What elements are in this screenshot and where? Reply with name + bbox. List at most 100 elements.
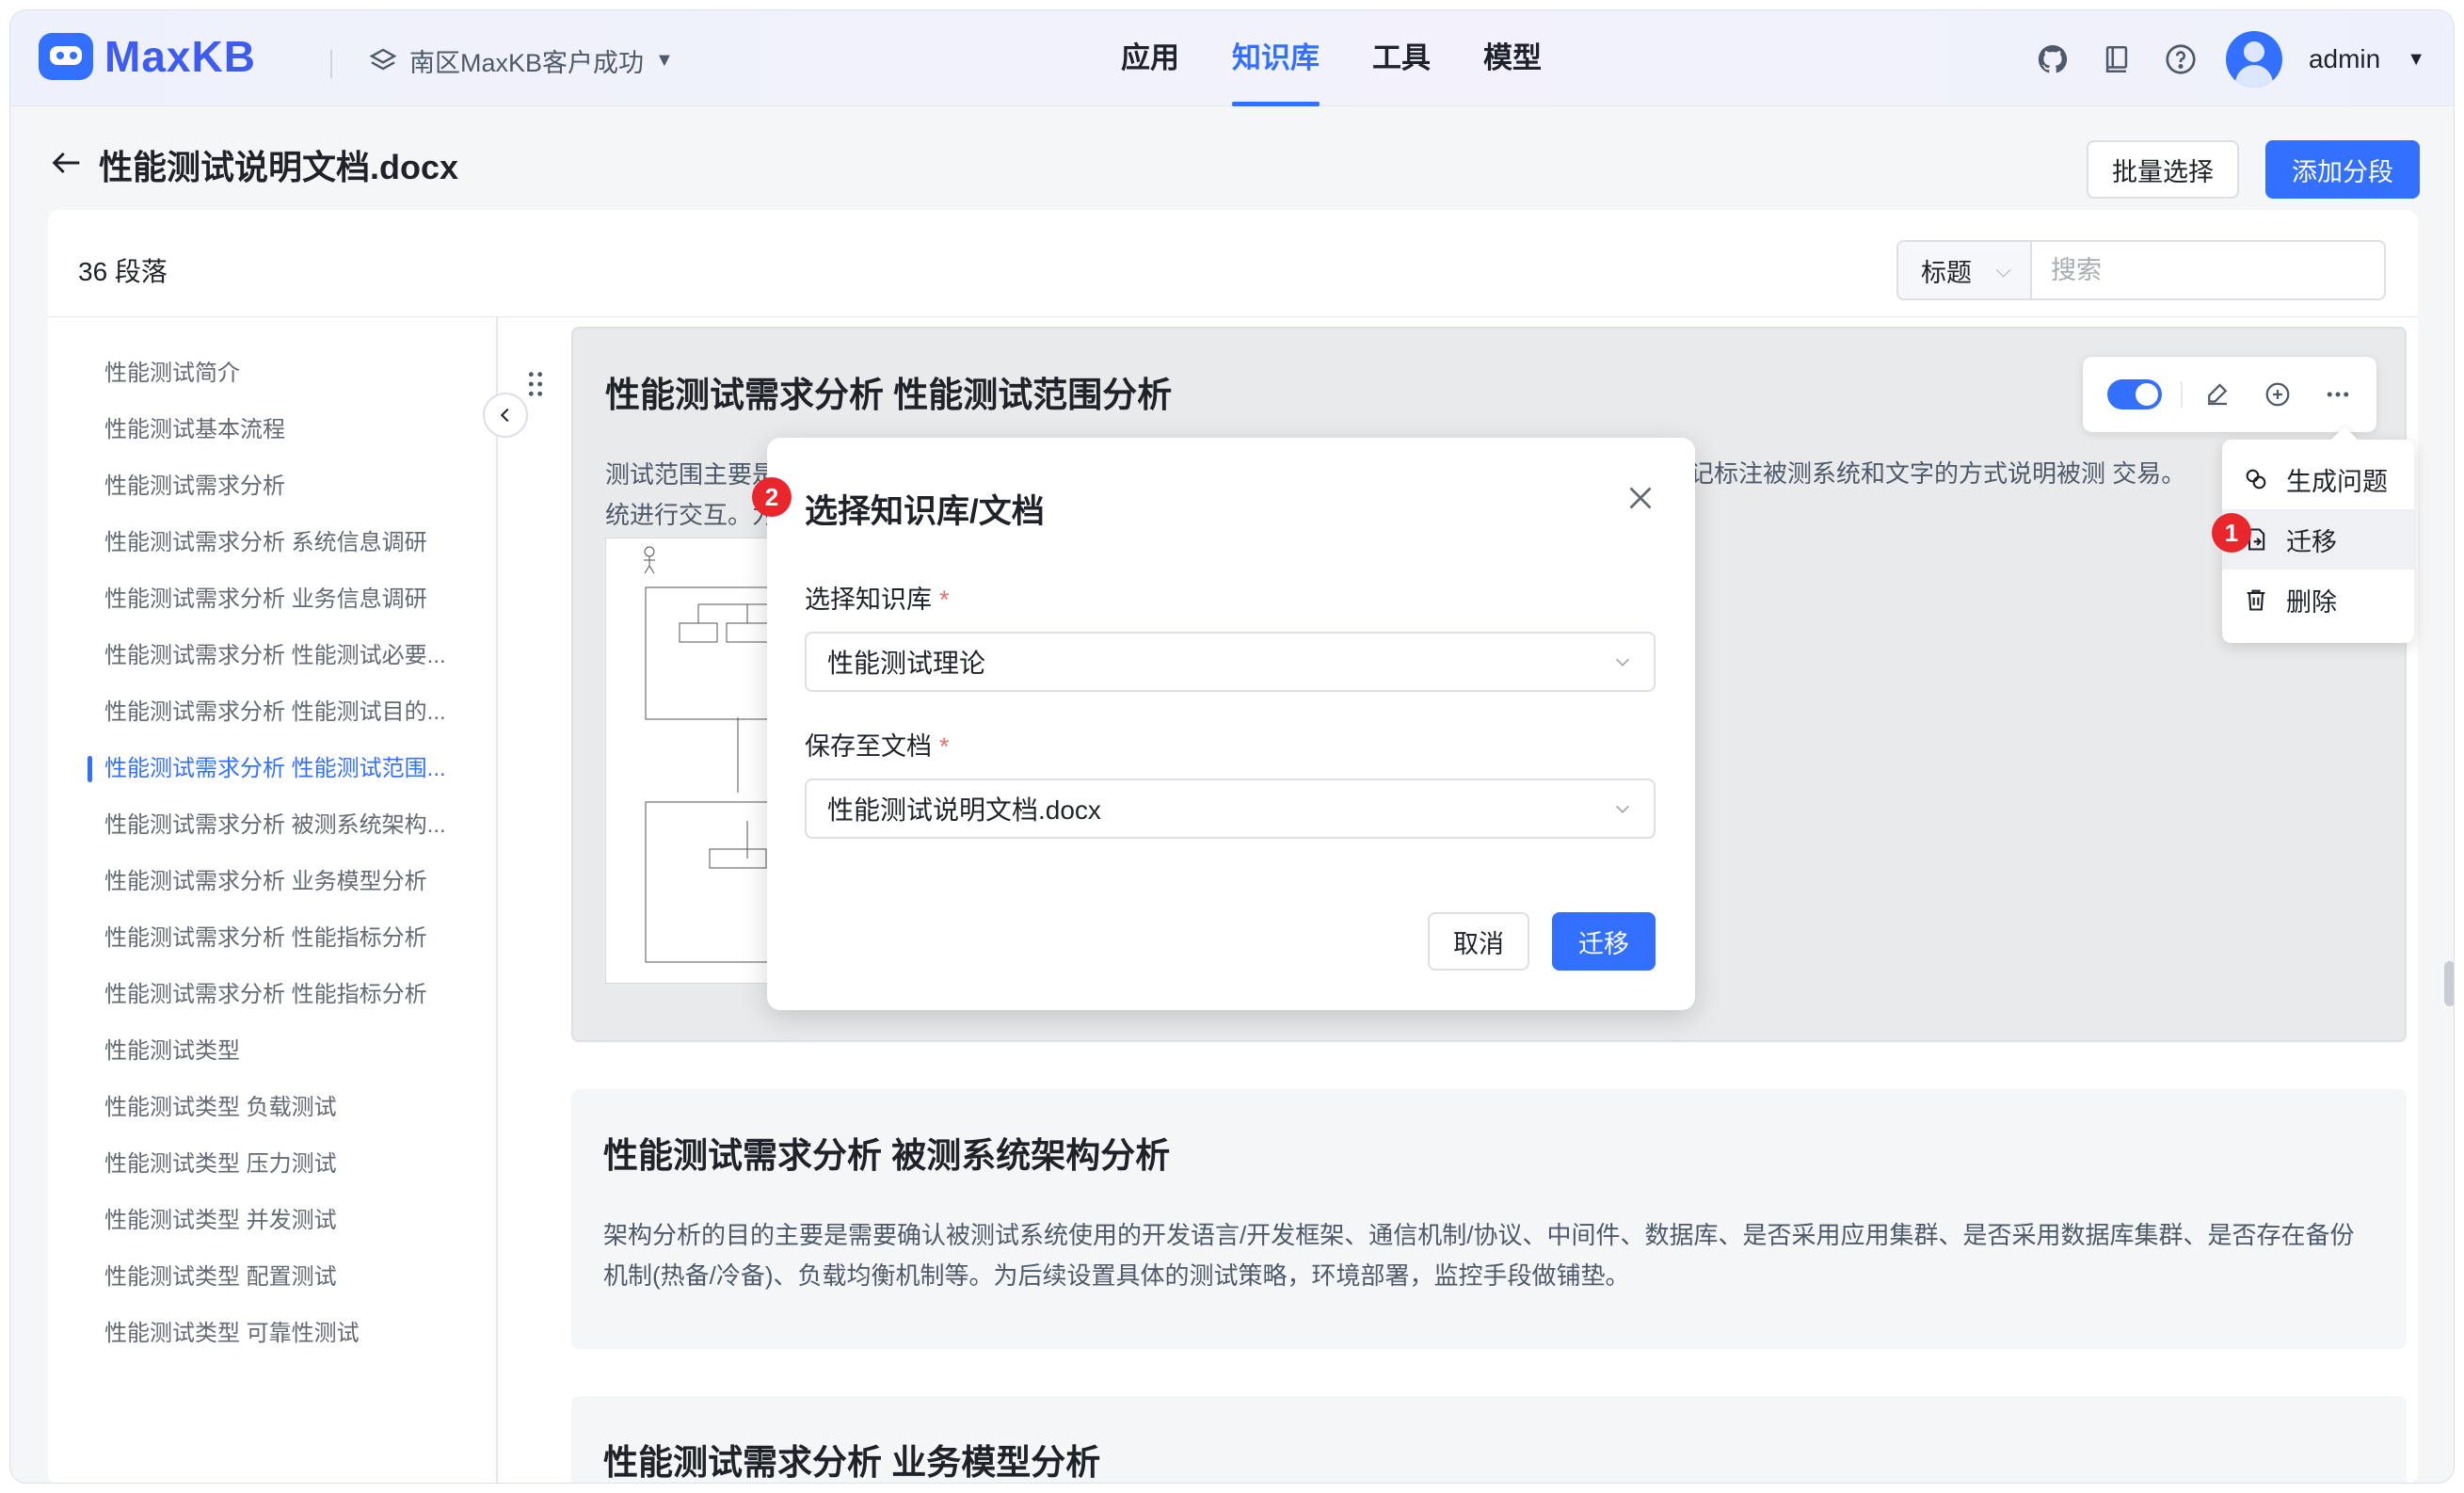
chevron-down-icon: ⌵ — [1995, 258, 2011, 281]
sidebar-item[interactable]: 性能测试类型 配置测试 — [48, 1249, 462, 1306]
migrate-confirm-button[interactable]: 迁移 — [1552, 912, 1656, 971]
nav-model[interactable]: 模型 — [1483, 10, 1542, 106]
search-type-select[interactable]: 标题 ⌵ — [1898, 242, 2032, 298]
sidebar-item[interactable]: 性能测试类型 — [48, 1023, 462, 1080]
link-icon — [2246, 469, 2266, 490]
trash-icon — [2247, 589, 2265, 611]
logo[interactable]: MaxKB — [39, 31, 256, 82]
nav-tools[interactable]: 工具 — [1372, 10, 1431, 106]
sidebar-item[interactable]: 性能测试类型 可靠性测试 — [48, 1306, 462, 1362]
paragraph-text-right: 标记标注被测系统和文字的方式说明被测 交易。 — [1665, 459, 2186, 488]
header-actions: admin ▼ — [2034, 31, 2425, 88]
batch-select-button[interactable]: 批量选择 — [2087, 140, 2239, 199]
search-box: 标题 ⌵ — [1896, 240, 2386, 300]
sidebar-item[interactable]: 性能测试需求分析 性能指标分析 — [48, 910, 462, 967]
layers-icon — [369, 48, 397, 70]
paragraph-text-left: 测试范围主要是 统进行交互。为 — [605, 455, 776, 536]
sidebar-item[interactable]: 性能测试需求分析 业务信息调研 — [48, 571, 462, 628]
sidebar-item[interactable]: 性能测试简介 — [48, 345, 462, 402]
sidebar-item[interactable]: 性能测试需求分析 性能指标分析 — [48, 967, 462, 1023]
user-avatar[interactable] — [2225, 31, 2282, 88]
sidebar-item[interactable]: 性能测试基本流程 — [48, 402, 462, 458]
select-knowledge-dialog: 选择知识库/文档 选择知识库 * 性能测试理论 保存至文档 * 性能测试说明文档.d… — [767, 438, 1695, 1010]
card-header: 36 段落 标题 ⌵ — [48, 210, 2418, 317]
field-label-text: 保存至文档 — [805, 732, 932, 761]
sidebar-item[interactable]: 性能测试需求分析 性能测试目的... — [48, 684, 462, 741]
paragraph-toolbar — [2083, 357, 2376, 432]
required-mark: * — [939, 732, 950, 761]
header-divider — [330, 50, 332, 78]
toolbar-divider — [2181, 381, 2183, 408]
paragraph-title: 性能测试需求分析 性能测试范围分析 — [605, 376, 1173, 414]
scrollbar-thumb[interactable] — [2444, 961, 2454, 1006]
search-input[interactable] — [2032, 242, 2384, 298]
book-icon[interactable] — [2098, 40, 2136, 78]
app-window: MaxKB 南区MaxKB客户成功 ▼ 应用 知识库 工具 模型 admin ▼… — [9, 9, 2455, 1484]
menu-item-label: 生成问题 — [2286, 467, 2388, 496]
kb-select-value: 性能测试理论 — [827, 649, 986, 678]
caret-down-icon[interactable]: ▼ — [2407, 49, 2425, 71]
nav-knowledge[interactable]: 知识库 — [1232, 10, 1320, 106]
sidebar-item[interactable]: 性能测试需求分析 业务模型分析 — [48, 854, 462, 910]
menu-item-generate-questions[interactable]: 生成问题 — [2222, 449, 2414, 509]
title-bar: 性能测试说明文档.docx 批量选择 添加分段 — [10, 106, 2454, 217]
sidebar-item[interactable]: 性能测试类型 并发测试 — [48, 1193, 462, 1249]
field-label-text: 选择知识库 — [805, 586, 932, 614]
sidebar-item[interactable]: 性能测试需求分析 — [48, 458, 462, 515]
help-icon[interactable] — [2162, 40, 2200, 78]
nav-app[interactable]: 应用 — [1121, 10, 1179, 106]
workspace-selector[interactable]: 南区MaxKB客户成功 ▼ — [368, 42, 674, 79]
paragraph-list: 性能测试简介 性能测试基本流程 性能测试需求分析 性能测试需求分析 系统信息调研… — [48, 345, 496, 1362]
kb-field-label: 选择知识库 * — [805, 579, 950, 616]
workspace-name: 南区MaxKB客户成功 — [409, 49, 645, 77]
sidebar-item[interactable]: 性能测试类型 压力测试 — [48, 1136, 462, 1193]
chevron-down-icon — [1615, 805, 1630, 813]
step-badge: 2 — [752, 477, 792, 517]
sidebar-item[interactable]: 性能测试类型 负载测试 — [48, 1080, 462, 1136]
close-icon[interactable] — [1624, 481, 1657, 515]
sidebar-item-active[interactable]: 性能测试需求分析 性能测试范围... — [48, 741, 462, 797]
add-segment-button[interactable]: 添加分段 — [2265, 140, 2420, 199]
enable-switch[interactable] — [2107, 379, 2162, 409]
edit-icon[interactable] — [2201, 378, 2233, 410]
paragraph-title: 性能测试需求分析 被测系统架构分析 — [603, 1136, 1171, 1175]
more-icon[interactable] — [2322, 378, 2354, 410]
paragraph-card[interactable]: 性能测试需求分析 业务模型分析 — [571, 1396, 2407, 1483]
menu-item-label: 迁移 — [2286, 527, 2337, 556]
drag-handle-icon[interactable] — [526, 370, 545, 398]
paragraph-text-line: 测试范围主要是 — [605, 460, 777, 489]
paragraph-card[interactable]: 性能测试需求分析 被测系统架构分析 架构分析的目的主要是需要确认被测试系统使用的… — [571, 1089, 2407, 1349]
paragraph-text-line: 统进行交互。为 — [605, 501, 777, 529]
dialog-title: 选择知识库/文档 — [805, 493, 1045, 530]
add-circle-icon[interactable] — [2262, 378, 2294, 410]
paragraph-title: 性能测试需求分析 业务模型分析 — [603, 1443, 1101, 1482]
kb-select[interactable]: 性能测试理论 — [805, 632, 1656, 692]
sidebar-item[interactable]: 性能测试需求分析 被测系统架构... — [48, 797, 462, 854]
chevron-left-icon — [500, 408, 509, 423]
doc-field-label: 保存至文档 * — [805, 726, 950, 763]
paragraph-text: 架构分析的目的主要是需要确认被测试系统使用的开发语言/开发框架、通信机制/协议、… — [603, 1221, 2355, 1290]
menu-item-label: 删除 — [2286, 587, 2337, 617]
required-mark: * — [939, 586, 950, 614]
maxkb-logo-icon — [39, 33, 93, 80]
top-header: MaxKB 南区MaxKB客户成功 ▼ 应用 知识库 工具 模型 admin ▼ — [10, 10, 2454, 106]
menu-item-delete[interactable]: 删除 — [2222, 570, 2414, 630]
sidebar-item[interactable]: 性能测试需求分析 系统信息调研 — [48, 515, 462, 571]
user-name[interactable]: admin — [2309, 44, 2380, 74]
logo-text: MaxKB — [104, 32, 256, 81]
doc-select[interactable]: 性能测试说明文档.docx — [805, 779, 1656, 839]
paragraph-count: 36 段落 — [78, 257, 168, 286]
menu-item-migrate[interactable]: 迁移 — [2222, 509, 2414, 570]
main-nav: 应用 知识库 工具 模型 — [1121, 10, 1542, 106]
search-type-value: 标题 — [1921, 258, 1972, 287]
doc-select-value: 性能测试说明文档.docx — [827, 795, 1101, 825]
github-icon[interactable] — [2034, 40, 2072, 78]
chevron-down-icon — [1615, 658, 1630, 666]
back-arrow-icon[interactable] — [48, 144, 86, 182]
page-title: 性能测试说明文档.docx — [99, 148, 459, 186]
sidebar-item[interactable]: 性能测试需求分析 性能测试必要... — [48, 628, 462, 684]
step-badge: 1 — [2212, 513, 2251, 553]
cancel-button[interactable]: 取消 — [1428, 912, 1529, 971]
collapse-sidebar-button[interactable] — [483, 393, 528, 438]
paragraph-sidebar: 性能测试简介 性能测试基本流程 性能测试需求分析 性能测试需求分析 系统信息调研… — [48, 317, 498, 1483]
